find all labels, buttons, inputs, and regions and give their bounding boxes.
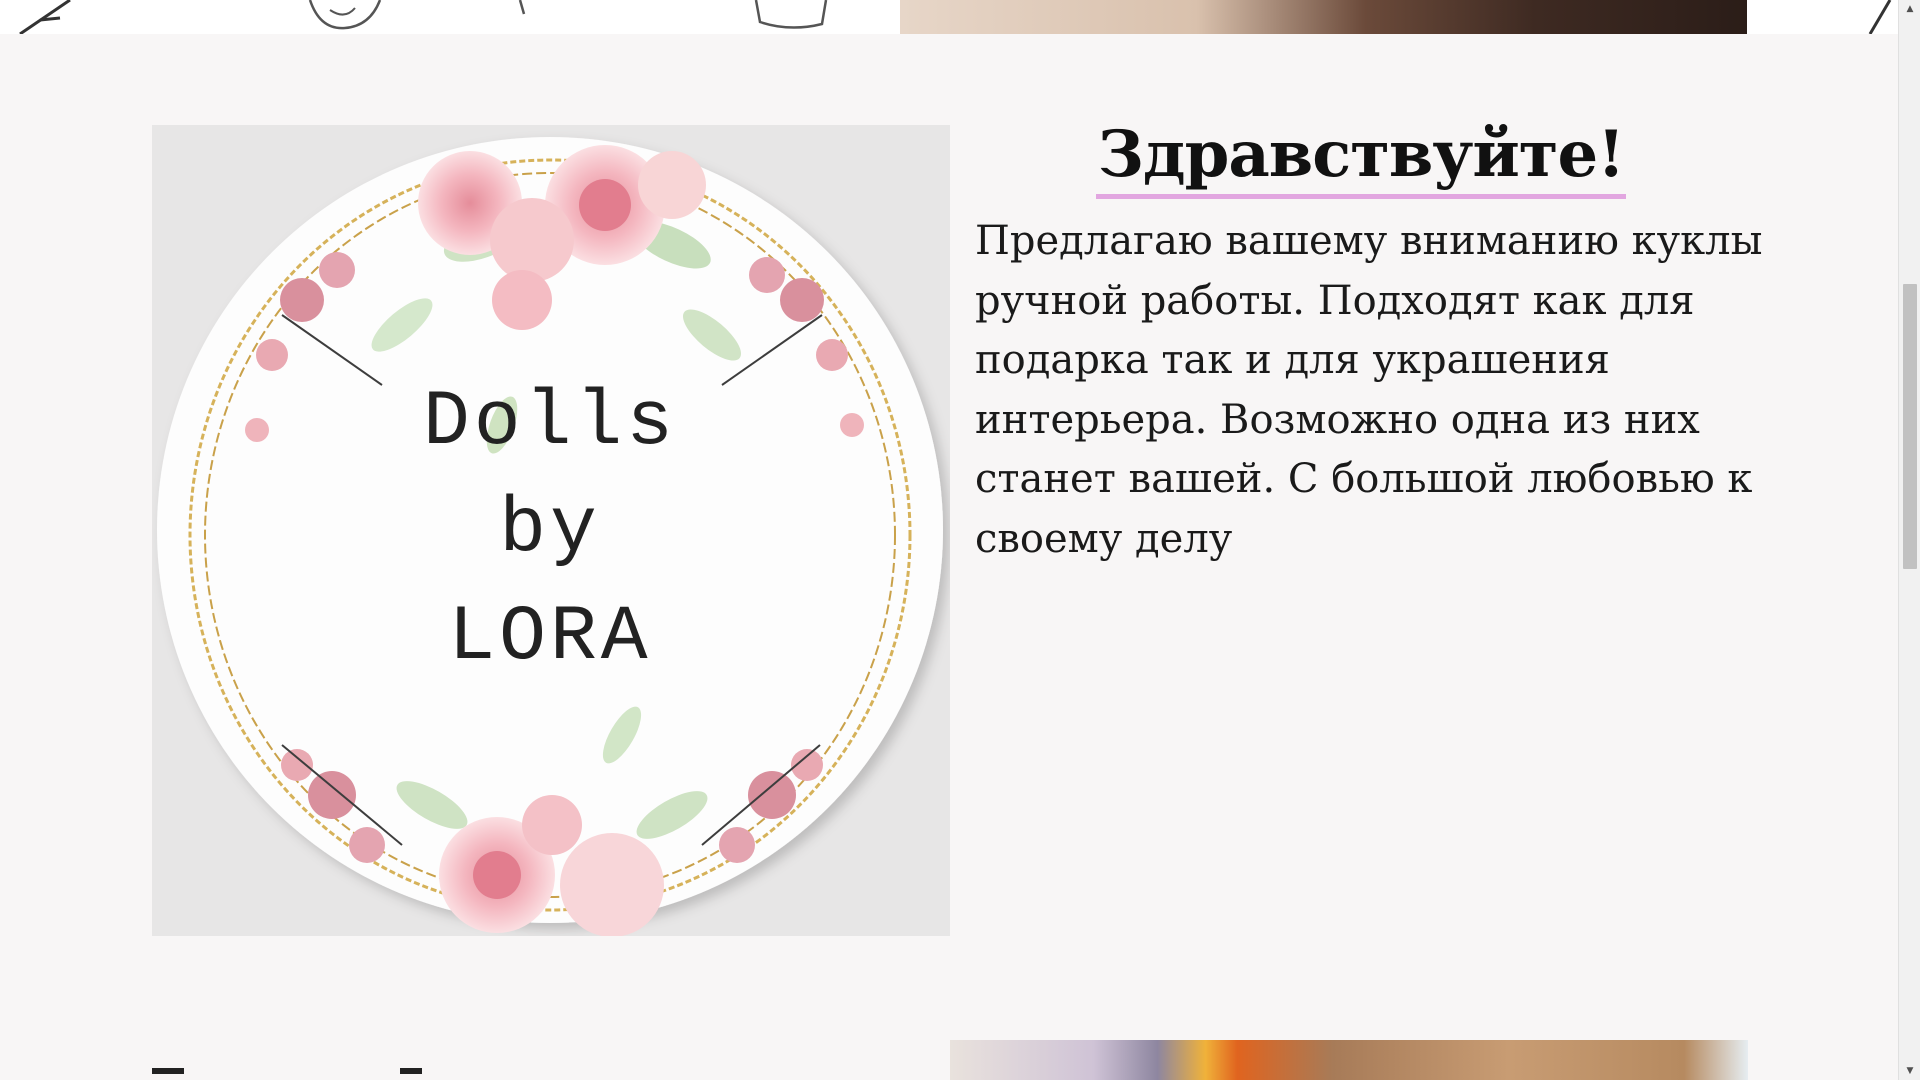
scrollbar-thumb[interactable] (1903, 284, 1917, 569)
next-section-photo (950, 1040, 1748, 1080)
greeting-title-text: Здравствуйте! (1095, 118, 1627, 199)
scroll-down-arrow-icon[interactable]: ▼ (1899, 1062, 1920, 1080)
hero-photo (900, 0, 1747, 34)
logo-text-line1: Dolls (423, 379, 677, 467)
hero-strip (0, 0, 1898, 34)
dolls-by-lora-logo-image: Dolls by LORA (152, 125, 950, 936)
page-scrollbar[interactable]: ▲ ▼ (1898, 0, 1920, 1080)
greeting-title: Здравствуйте! (975, 118, 1747, 199)
next-section-heading (152, 1068, 602, 1080)
greeting-body-text: Предлагаю вашему вниманию куклы ручной р… (975, 218, 1763, 562)
scroll-up-arrow-icon[interactable]: ▲ (1899, 0, 1920, 18)
logo-text-line2: by (499, 486, 601, 574)
logo-text-line3: LORA (448, 594, 651, 682)
logo-artwork: Dolls by LORA (157, 137, 943, 936)
